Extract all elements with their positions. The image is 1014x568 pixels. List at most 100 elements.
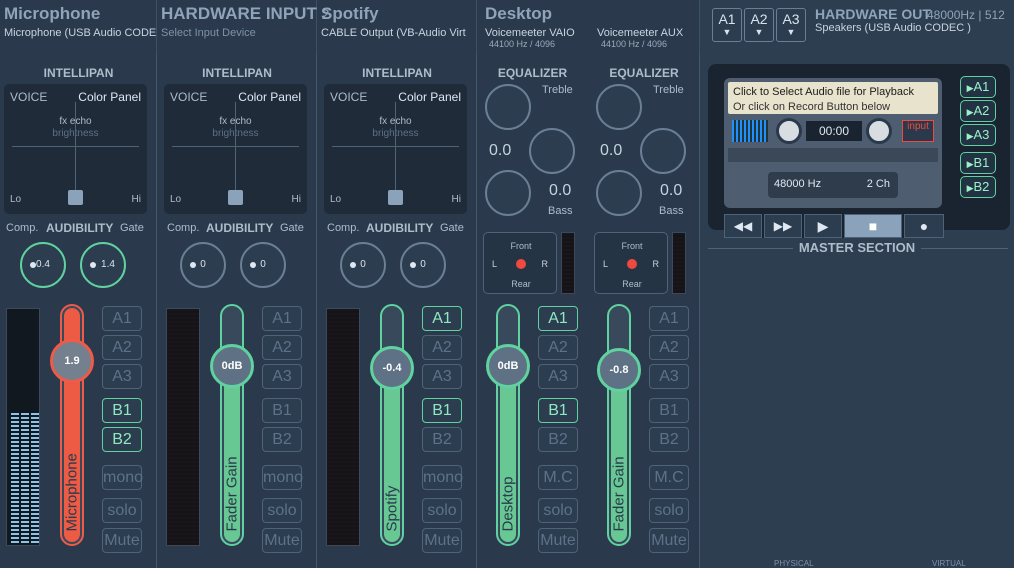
tape-route-a3[interactable]: ▶A3 [960, 124, 996, 146]
hw-out-device[interactable]: Speakers (USB Audio CODEC ) [815, 22, 971, 34]
mute-button[interactable]: Mute [649, 528, 689, 553]
route-a2-button[interactable]: A2 [262, 335, 302, 360]
fader-track[interactable]: Desktop [496, 304, 520, 546]
fast-forward-button[interactable]: ▶▶ [764, 214, 802, 238]
bass-knob[interactable] [596, 170, 642, 216]
device-name[interactable]: Select Input Device [161, 27, 256, 39]
device-name[interactable]: CABLE Output (VB-Audio Virt [321, 27, 466, 39]
playback-file-select[interactable]: Click to Select Audio file for Playback … [728, 82, 938, 114]
mute-button[interactable]: Mute [538, 528, 578, 553]
route-b2-button[interactable]: B2 [262, 427, 302, 452]
gate-knob[interactable]: 1.4 [80, 242, 126, 288]
tape-route-b2[interactable]: ▶B2 [960, 176, 996, 198]
hw-out-a3-select[interactable]: A3 ▼ [776, 8, 806, 42]
route-b1-button[interactable]: B1 [649, 398, 689, 423]
pan-dot[interactable] [516, 259, 526, 269]
mid-knob[interactable] [640, 128, 686, 174]
intellipan-panel[interactable]: VOICE Color Panel fx echo brightness Lo … [324, 84, 467, 214]
intellipan-panel[interactable]: VOICE Color Panel fx echo brightness Lo … [4, 84, 147, 214]
mc-button[interactable]: M.C [649, 465, 689, 490]
surround-panner[interactable]: Front Rear L R [483, 232, 557, 294]
solo-button[interactable]: solo [538, 498, 578, 523]
mc-button[interactable]: M.C [538, 465, 578, 490]
transport-bar: ◀◀ ▶▶ ▶ ■ ● [724, 210, 944, 238]
route-b1-button[interactable]: B1 [538, 398, 578, 423]
route-b1-button[interactable]: B1 [262, 398, 302, 423]
mid-knob[interactable] [529, 128, 575, 174]
strip-header-spotify[interactable]: Spotify CABLE Output (VB-Audio Virt [317, 0, 477, 54]
solo-button[interactable]: solo [262, 498, 302, 523]
rear-label: Rear [511, 279, 531, 289]
pan-handle[interactable] [228, 190, 243, 205]
mute-button[interactable]: Mute [262, 528, 302, 553]
pan-handle[interactable] [68, 190, 83, 205]
fader-cap[interactable]: 0dB [210, 344, 254, 388]
route-a2-button[interactable]: A2 [102, 335, 142, 360]
route-b1-button[interactable]: B1 [102, 398, 142, 423]
route-a2-button[interactable]: A2 [538, 335, 578, 360]
gate-knob[interactable]: 0 [400, 242, 446, 288]
route-b2-button[interactable]: B2 [102, 427, 142, 452]
mono-button[interactable]: mono [262, 465, 303, 490]
tape-window: 48000 Hz 2 Ch [768, 172, 898, 198]
comp-knob[interactable]: 0 [340, 242, 386, 288]
route-b2-button[interactable]: B2 [538, 427, 578, 452]
device-name[interactable]: Microphone (USB Audio CODE [4, 27, 156, 39]
solo-button[interactable]: solo [649, 498, 689, 523]
fader-cap[interactable]: 1.9 [50, 339, 94, 383]
fader-cap[interactable]: -0.8 [597, 348, 641, 392]
hw-out-a2-select[interactable]: A2 ▼ [744, 8, 774, 42]
route-b2-button[interactable]: B2 [422, 427, 462, 452]
route-a2-button[interactable]: A2 [422, 335, 462, 360]
input-record-toggle[interactable]: input [902, 120, 934, 142]
route-a1-button[interactable]: A1 [102, 306, 142, 331]
stop-button[interactable]: ■ [844, 214, 902, 238]
mono-button[interactable]: mono [102, 465, 143, 490]
solo-button[interactable]: solo [422, 498, 462, 523]
fader-cap[interactable]: 0dB [486, 344, 530, 388]
route-a1-button[interactable]: A1 [649, 306, 689, 331]
tape-route-a1[interactable]: ▶A1 [960, 76, 996, 98]
route-b2-button[interactable]: B2 [649, 427, 689, 452]
route-a1-button[interactable]: A1 [422, 306, 462, 331]
intellipan-title: INTELLIPAN [362, 66, 432, 80]
route-a1-button[interactable]: A1 [538, 306, 578, 331]
fader-track[interactable]: Fader Gain [607, 304, 631, 546]
route-a2-button[interactable]: A2 [649, 335, 689, 360]
record-button[interactable]: ● [904, 214, 944, 238]
strip-header-microphone[interactable]: Microphone Microphone (USB Audio CODE [0, 0, 157, 54]
fader-track[interactable]: Fader Gain [220, 304, 244, 546]
route-a3-button[interactable]: A3 [538, 364, 578, 389]
play-small-icon: ▶ [966, 107, 974, 117]
bass-knob[interactable] [485, 170, 531, 216]
hw-out-a2-label: A2 [750, 11, 768, 27]
mono-button[interactable]: mono [422, 465, 463, 490]
solo-button[interactable]: solo [102, 498, 142, 523]
rewind-button[interactable]: ◀◀ [724, 214, 762, 238]
treble-knob[interactable] [596, 84, 642, 130]
pan-handle[interactable] [388, 190, 403, 205]
play-button[interactable]: ▶ [804, 214, 842, 238]
route-a3-button[interactable]: A3 [262, 364, 302, 389]
comp-knob[interactable]: 0.4 [20, 242, 66, 288]
fader-track[interactable]: Spotify [380, 304, 404, 546]
tape-route-b1[interactable]: ▶B1 [960, 152, 996, 174]
mute-button[interactable]: Mute [422, 528, 462, 553]
strip-header-hardware-input-2[interactable]: HARDWARE INPUT 2 Select Input Device [157, 0, 329, 54]
route-a3-button[interactable]: A3 [102, 364, 142, 389]
surround-panner[interactable]: Front Rear L R [594, 232, 668, 294]
mute-button[interactable]: Mute [102, 528, 142, 553]
route-a3-button[interactable]: A3 [649, 364, 689, 389]
intellipan-panel[interactable]: VOICE Color Panel fx echo brightness Lo … [164, 84, 307, 214]
gate-knob[interactable]: 0 [240, 242, 286, 288]
treble-knob[interactable] [485, 84, 531, 130]
comp-knob[interactable]: 0 [180, 242, 226, 288]
tape-route-a2[interactable]: ▶A2 [960, 100, 996, 122]
route-a3-button[interactable]: A3 [422, 364, 462, 389]
color-panel-label: Color Panel [238, 90, 301, 104]
fader-cap[interactable]: -0.4 [370, 346, 414, 390]
pan-dot[interactable] [627, 259, 637, 269]
route-a1-button[interactable]: A1 [262, 306, 302, 331]
route-b1-button[interactable]: B1 [422, 398, 462, 423]
hw-out-a1-select[interactable]: A1 ▼ [712, 8, 742, 42]
